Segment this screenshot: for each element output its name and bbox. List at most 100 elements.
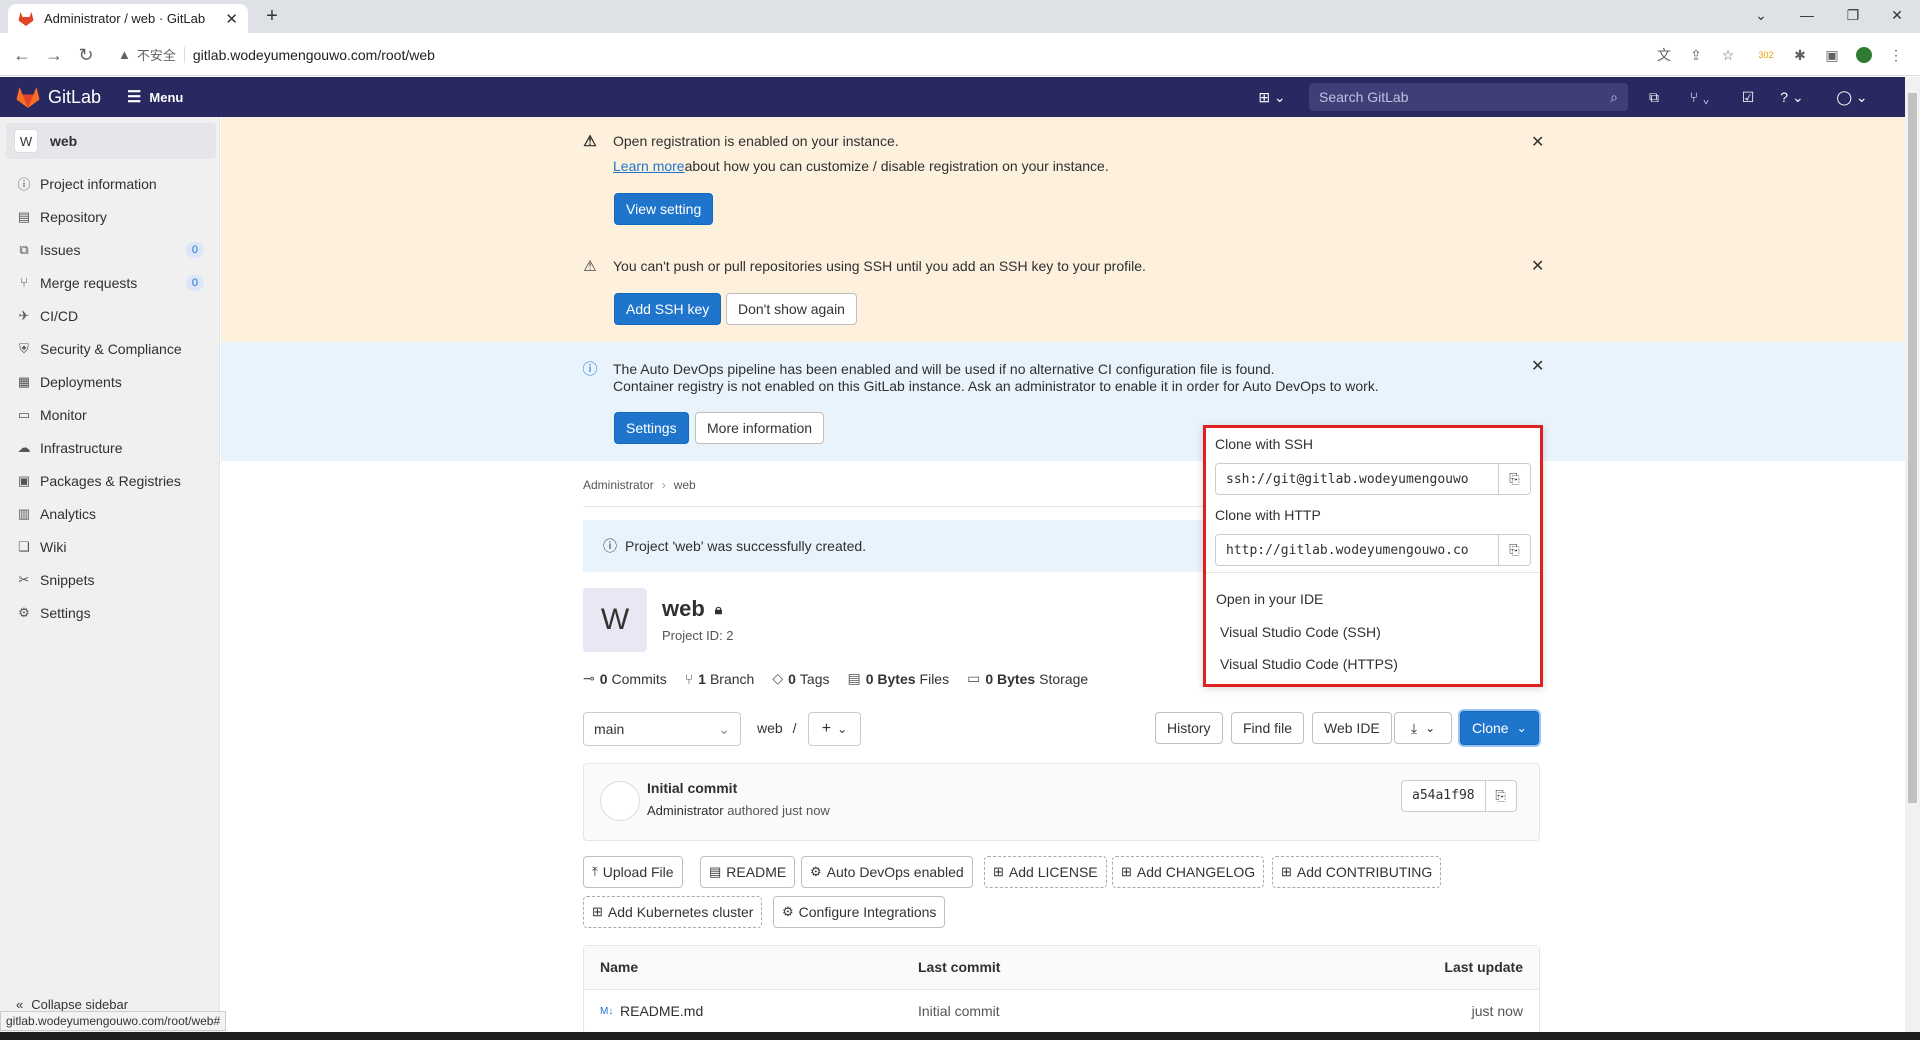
copy-ssh-icon[interactable]: ⎘: [1498, 464, 1530, 494]
clone-ssh-field[interactable]: ⎘: [1215, 463, 1531, 495]
clone-ssh-input[interactable]: [1216, 464, 1498, 494]
web-ide-button[interactable]: Web IDE: [1312, 712, 1392, 744]
browser-tab[interactable]: Administrator / web · GitLab ✕: [8, 4, 248, 33]
download-button[interactable]: ⤓ ⌄: [1394, 712, 1452, 744]
close-window-button[interactable]: ✕: [1874, 0, 1920, 30]
add-to-tree-button[interactable]: + ⌄: [808, 712, 861, 746]
translate-icon[interactable]: 文: [1654, 45, 1674, 65]
commit-message[interactable]: Initial commit: [647, 780, 737, 796]
clone-http-input[interactable]: [1216, 535, 1498, 565]
clone-button[interactable]: Clone ⌄: [1460, 711, 1539, 745]
settings-button[interactable]: Settings: [614, 412, 689, 444]
sidebar-item-wiki[interactable]: ❏ Wiki: [0, 530, 220, 563]
merge-requests-icon[interactable]: ⑂ ⌄: [1680, 87, 1720, 107]
browser-menu-icon[interactable]: ⋮: [1886, 45, 1906, 65]
quick-action-add-contributing[interactable]: ⊞ Add CONTRIBUTING: [1272, 856, 1442, 888]
help-icon[interactable]: ? ⌄: [1772, 87, 1812, 107]
collapse-sidebar-button[interactable]: « Collapse sidebar: [16, 997, 128, 1012]
clone-http-field[interactable]: ⎘: [1215, 534, 1531, 566]
dont-show-again-button[interactable]: Don't show again: [726, 293, 857, 325]
commits-stat[interactable]: ⊸ 0 Commits: [583, 670, 667, 687]
reload-icon[interactable]: ↻: [74, 43, 98, 67]
vscode-ssh-link[interactable]: Visual Studio Code (SSH): [1220, 624, 1381, 640]
sidepanel-icon[interactable]: ▣: [1822, 45, 1842, 65]
todos-icon[interactable]: ☑: [1734, 87, 1762, 107]
repo-path-name[interactable]: web: [757, 720, 783, 736]
files-stat[interactable]: ▤ 0 Bytes Files: [847, 670, 949, 687]
sidebar-item-packages-registries[interactable]: ▣ Packages & Registries: [0, 464, 220, 497]
quick-action-auto-devops-enabled[interactable]: ⚙ Auto DevOps enabled: [801, 856, 973, 888]
sidebar-item-settings[interactable]: ⚙ Settings: [0, 596, 220, 629]
tags-stat[interactable]: ◇ 0 Tags: [772, 670, 829, 687]
table-row[interactable]: M↓ README.md Initial commit just now: [584, 990, 1539, 1034]
file-name[interactable]: README.md: [620, 1003, 703, 1019]
close-tab-icon[interactable]: ✕: [225, 10, 238, 28]
sidebar-item-merge-requests[interactable]: ⑂ Merge requests 0: [0, 266, 220, 299]
copy-http-icon[interactable]: ⎘: [1498, 535, 1530, 565]
share-icon[interactable]: ⇪: [1686, 45, 1706, 65]
quick-action-add-changelog[interactable]: ⊞ Add CHANGELOG: [1112, 856, 1265, 888]
gitlab-home-link[interactable]: GitLab: [16, 86, 101, 108]
quick-action-configure-integrations[interactable]: ⚙ Configure Integrations: [773, 896, 946, 928]
commit-sha[interactable]: a54a1f98: [1402, 781, 1486, 811]
quick-action-add-kubernetes-cluster[interactable]: ⊞ Add Kubernetes cluster: [583, 896, 763, 928]
breadcrumb-admin[interactable]: Administrator: [583, 478, 654, 492]
sidebar-item-ci-cd[interactable]: ✈ CI/CD: [0, 299, 220, 332]
project-avatar: W: [583, 588, 647, 652]
project-stats: ⊸ 0 Commits ⑂ 1 Branch ◇ 0 Tags ▤ 0 Bytes Files …: [583, 670, 1106, 687]
scrollbar-thumb[interactable]: [1908, 93, 1917, 803]
url-text[interactable]: gitlab.wodeyumengouwo.com/root/web: [193, 47, 435, 63]
branch-stat[interactable]: ⑂ 1 Branch: [685, 670, 755, 687]
sidebar-item-issues[interactable]: ⧉ Issues 0: [0, 233, 220, 266]
sidebar-item-repository[interactable]: ▤ Repository: [0, 200, 220, 233]
find-file-button[interactable]: Find file: [1231, 712, 1305, 744]
sidebar-item-deployments[interactable]: ▦ Deployments: [0, 365, 220, 398]
breadcrumb-web[interactable]: web: [674, 478, 696, 492]
history-button[interactable]: History: [1155, 712, 1223, 744]
view-setting-button[interactable]: View setting: [614, 193, 714, 225]
new-tab-button[interactable]: +: [260, 5, 284, 29]
sidebar-item-infrastructure[interactable]: ☁ Infrastructure: [0, 431, 220, 464]
page-scrollbar[interactable]: [1905, 77, 1920, 1032]
bookmark-star-icon[interactable]: ☆: [1718, 45, 1738, 65]
close-devops-icon[interactable]: ✕: [1531, 356, 1544, 376]
sidebar-project-header[interactable]: W web: [6, 123, 216, 159]
sidebar-item-security-compliance[interactable]: ⛨ Security & Compliance: [0, 332, 220, 365]
clone-label: Clone: [1472, 720, 1509, 736]
file-last-commit[interactable]: Initial commit: [918, 1003, 1000, 1019]
quick-action-readme[interactable]: ▤ README: [700, 856, 796, 888]
profile-avatar-icon[interactable]: [1854, 45, 1874, 65]
add-ssh-key-button[interactable]: Add SSH key: [614, 293, 722, 325]
menu-button[interactable]: ☰ Menu: [127, 87, 183, 107]
commit-author[interactable]: Administrator: [647, 803, 724, 818]
user-avatar-icon[interactable]: ◯ ⌄: [1828, 87, 1876, 107]
quick-action-upload-file[interactable]: ⤒ Upload File: [583, 856, 683, 888]
more-information-button[interactable]: More information: [695, 412, 825, 444]
sidebar-item-snippets[interactable]: ✂ Snippets: [0, 563, 220, 596]
learn-more-link[interactable]: Learn more: [613, 158, 685, 174]
close-ssh-warning-icon[interactable]: ✕: [1531, 256, 1544, 276]
issues-icon[interactable]: ⧉: [1640, 87, 1668, 107]
sidebar-item-project-information[interactable]: ⓘ Project information: [0, 167, 220, 200]
quick-action-add-license[interactable]: ⊞ Add LICENSE: [984, 856, 1107, 888]
extensions-puzzle-icon[interactable]: ✱: [1790, 45, 1810, 65]
create-new-icon[interactable]: ⊞ ⌄: [1252, 87, 1292, 107]
quick-action-label: Upload File: [602, 864, 674, 880]
branch-selector[interactable]: main ⌄: [583, 712, 741, 746]
sidebar-item-analytics[interactable]: ▥ Analytics: [0, 497, 220, 530]
storage-stat[interactable]: ▭ 0 Bytes Storage: [967, 670, 1088, 687]
search-input[interactable]: Search GitLab ⌕: [1309, 83, 1628, 111]
warning-icon: ⚠: [583, 258, 597, 275]
copy-sha-icon[interactable]: ⎘: [1486, 781, 1516, 811]
forward-icon[interactable]: →: [42, 43, 66, 67]
tab-search-icon[interactable]: ⌄: [1738, 0, 1784, 30]
address-bar[interactable]: ▲ 不安全 gitlab.wodeyumengouwo.com/root/web: [110, 39, 1630, 70]
minimize-button[interactable]: —: [1784, 0, 1830, 30]
close-registration-icon[interactable]: ✕: [1531, 132, 1544, 152]
divider: [1206, 572, 1540, 573]
sidebar-item-monitor[interactable]: ▭ Monitor: [0, 398, 220, 431]
back-icon[interactable]: ←: [10, 43, 34, 67]
vscode-https-link[interactable]: Visual Studio Code (HTTPS): [1220, 656, 1398, 672]
extension-badge[interactable]: 302: [1756, 45, 1776, 65]
restore-button[interactable]: ❐: [1830, 0, 1876, 30]
